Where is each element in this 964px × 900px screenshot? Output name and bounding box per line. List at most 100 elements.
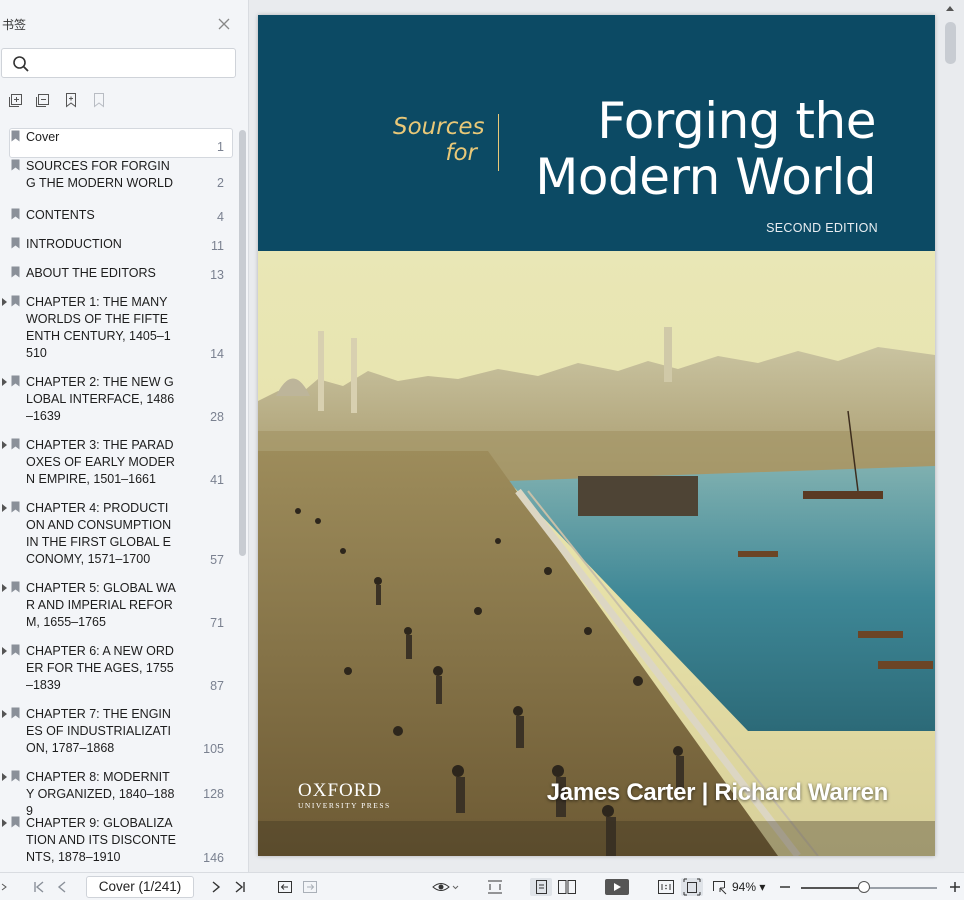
zoom-in-icon[interactable]: [948, 878, 962, 896]
publisher-logo: OXFORD UNIVERSITY PRESS: [298, 780, 391, 810]
cover-title-line2: Modern World: [535, 148, 876, 206]
bookmark-page-number: 14: [210, 347, 224, 361]
bookmark-page-number: 2: [217, 176, 224, 190]
bookmark-icon: [11, 295, 20, 307]
search-icon: [13, 56, 29, 72]
bookmark-label: CHAPTER 8: MODERNITY ORGANIZED, 1840–188…: [26, 770, 175, 818]
bookmark-page-number: 128: [203, 787, 224, 801]
page-number-input[interactable]: Cover (1/241): [86, 876, 194, 898]
expand-arrow-icon[interactable]: [2, 710, 7, 718]
zoom-slider-thumb[interactable]: [857, 881, 870, 893]
bookmark-label: CHAPTER 1: THE MANY WORLDS OF THE FIFTEE…: [26, 295, 171, 360]
actual-size-icon[interactable]: [657, 878, 675, 896]
bookmark-page-number: 28: [210, 410, 224, 424]
expand-arrow-icon[interactable]: [2, 298, 7, 306]
cover-title: Forging the Modern World: [526, 93, 876, 205]
expand-arrow-icon[interactable]: [2, 441, 7, 449]
bookmark-page-number: 146: [203, 851, 224, 865]
bookmark-icon: [11, 816, 20, 828]
two-page-view-icon[interactable]: [557, 878, 577, 896]
publisher-name: OXFORD: [298, 780, 383, 801]
bookmark-label: SOURCES FOR FORGING THE MODERN WORLD: [26, 159, 173, 190]
cover-authors: James Carter | Richard Warren: [546, 779, 889, 806]
bookmark-page-number: 41: [210, 473, 224, 487]
previous-page-icon[interactable]: [56, 878, 68, 896]
bookmark-icon: [11, 266, 20, 278]
bookmark-label: CHAPTER 3: THE PARADOXES OF EARLY MODERN…: [26, 438, 175, 486]
cover-edition: SECOND EDITION: [766, 221, 878, 235]
bookmark-icon: [11, 581, 20, 593]
collapse-all-icon[interactable]: [35, 92, 53, 110]
bookmark-page-number: 4: [217, 210, 224, 224]
bookmark-list: Cover 1 SOURCES FOR FORGING THE MODERN WOR…: [0, 124, 236, 872]
bookmark-icon: [11, 159, 20, 171]
bookmark-page-number: 57: [210, 553, 224, 567]
next-page-icon[interactable]: [210, 878, 222, 896]
expand-arrow-icon[interactable]: [2, 773, 7, 781]
close-icon[interactable]: [216, 16, 232, 32]
add-bookmark-icon[interactable]: [63, 92, 81, 110]
document-view: Sources for Forging the Modern World SEC…: [250, 0, 964, 872]
bookmark-panel-title: 书签: [2, 18, 27, 32]
bookmark-icon: [11, 644, 20, 656]
forward-view-icon[interactable]: [302, 878, 318, 896]
play-slideshow-icon[interactable]: [604, 878, 630, 896]
cover-sources-text: Sources: [393, 114, 485, 140]
first-page-icon[interactable]: [32, 878, 46, 896]
expand-all-icon[interactable]: [8, 92, 26, 110]
expand-arrow-icon[interactable]: [2, 584, 7, 592]
cover-sources-label: Sources for: [393, 114, 484, 166]
bookmark-search-box[interactable]: [1, 48, 236, 78]
pdf-page: Sources for Forging the Modern World SEC…: [258, 15, 935, 856]
bookmark-icon: [11, 130, 20, 142]
bookmark-panel-header: 书签: [0, 0, 249, 44]
bookmark-label: CHAPTER 5: GLOBAL WAR AND IMPERIAL REFOR…: [26, 581, 176, 629]
bookmark-label: ABOUT THE EDITORS: [26, 266, 156, 280]
bookmark-icon: [11, 501, 20, 513]
bookmark-label: CONTENTS: [26, 208, 95, 222]
sidebar-toggle-icon[interactable]: [0, 878, 8, 896]
zoom-percentage[interactable]: 94% ▾: [732, 880, 765, 894]
zoom-value: 94%: [732, 880, 757, 894]
cover-title-band: Sources for Forging the Modern World SEC…: [258, 15, 935, 251]
bookmark-page-number: 11: [211, 239, 224, 253]
bookmark-icon: [11, 438, 20, 450]
bookmark-icon: [11, 707, 20, 719]
cover-for-text: for: [445, 140, 477, 166]
expand-arrow-icon[interactable]: [2, 819, 7, 827]
zoom-slider-fill: [801, 887, 864, 889]
cover-title-line1: Forging the: [597, 92, 876, 150]
bookmark-label: Cover: [26, 130, 60, 144]
fit-page-icon[interactable]: [681, 878, 703, 896]
bookmark-label: CHAPTER 7: THE ENGINES OF INDUSTRIALIZAT…: [26, 707, 171, 755]
bookmark-icon: [11, 770, 20, 782]
expand-arrow-icon[interactable]: [2, 647, 7, 655]
zoom-out-icon[interactable]: [778, 878, 792, 896]
bookmark-search-input[interactable]: [36, 53, 226, 73]
bookmark-label: CHAPTER 2: THE NEW GLOBAL INTERFACE, 148…: [26, 375, 175, 423]
bookmark-page-number: 87: [210, 679, 224, 693]
cover-photo: [258, 251, 935, 856]
fit-width-icon[interactable]: [486, 878, 504, 896]
bookmark-panel: 书签 Cover 1 SOURCES FOR FORGING THE MODERN …: [0, 0, 249, 872]
eye-icon[interactable]: [432, 878, 460, 896]
bookmark-page-number: 71: [210, 616, 224, 630]
bookmark-label: INTRODUCTION: [26, 237, 122, 251]
single-page-view-icon[interactable]: [530, 878, 552, 896]
document-scrollbar-thumb[interactable]: [945, 22, 956, 64]
back-view-icon[interactable]: [277, 878, 293, 896]
bookmark-scrollbar[interactable]: [239, 130, 246, 556]
scroll-up-arrow-icon[interactable]: [946, 6, 954, 11]
bookmark-icon: [11, 375, 20, 387]
bookmark-label: CHAPTER 6: A NEW ORDER FOR THE AGES, 175…: [26, 644, 174, 692]
bookmark-icon: [11, 208, 20, 220]
bookmark-page-number: 1: [217, 140, 224, 154]
expand-arrow-icon[interactable]: [2, 378, 7, 386]
remove-bookmark-icon[interactable]: [91, 92, 109, 110]
last-page-icon[interactable]: [233, 878, 247, 896]
bookmark-label: CHAPTER 4: PRODUCTION AND CONSUMPTION IN…: [26, 501, 172, 566]
bookmark-icon: [11, 237, 20, 249]
bookmark-page-number: 105: [203, 742, 224, 756]
zoom-mode-icon[interactable]: [710, 878, 728, 896]
expand-arrow-icon[interactable]: [2, 504, 7, 512]
